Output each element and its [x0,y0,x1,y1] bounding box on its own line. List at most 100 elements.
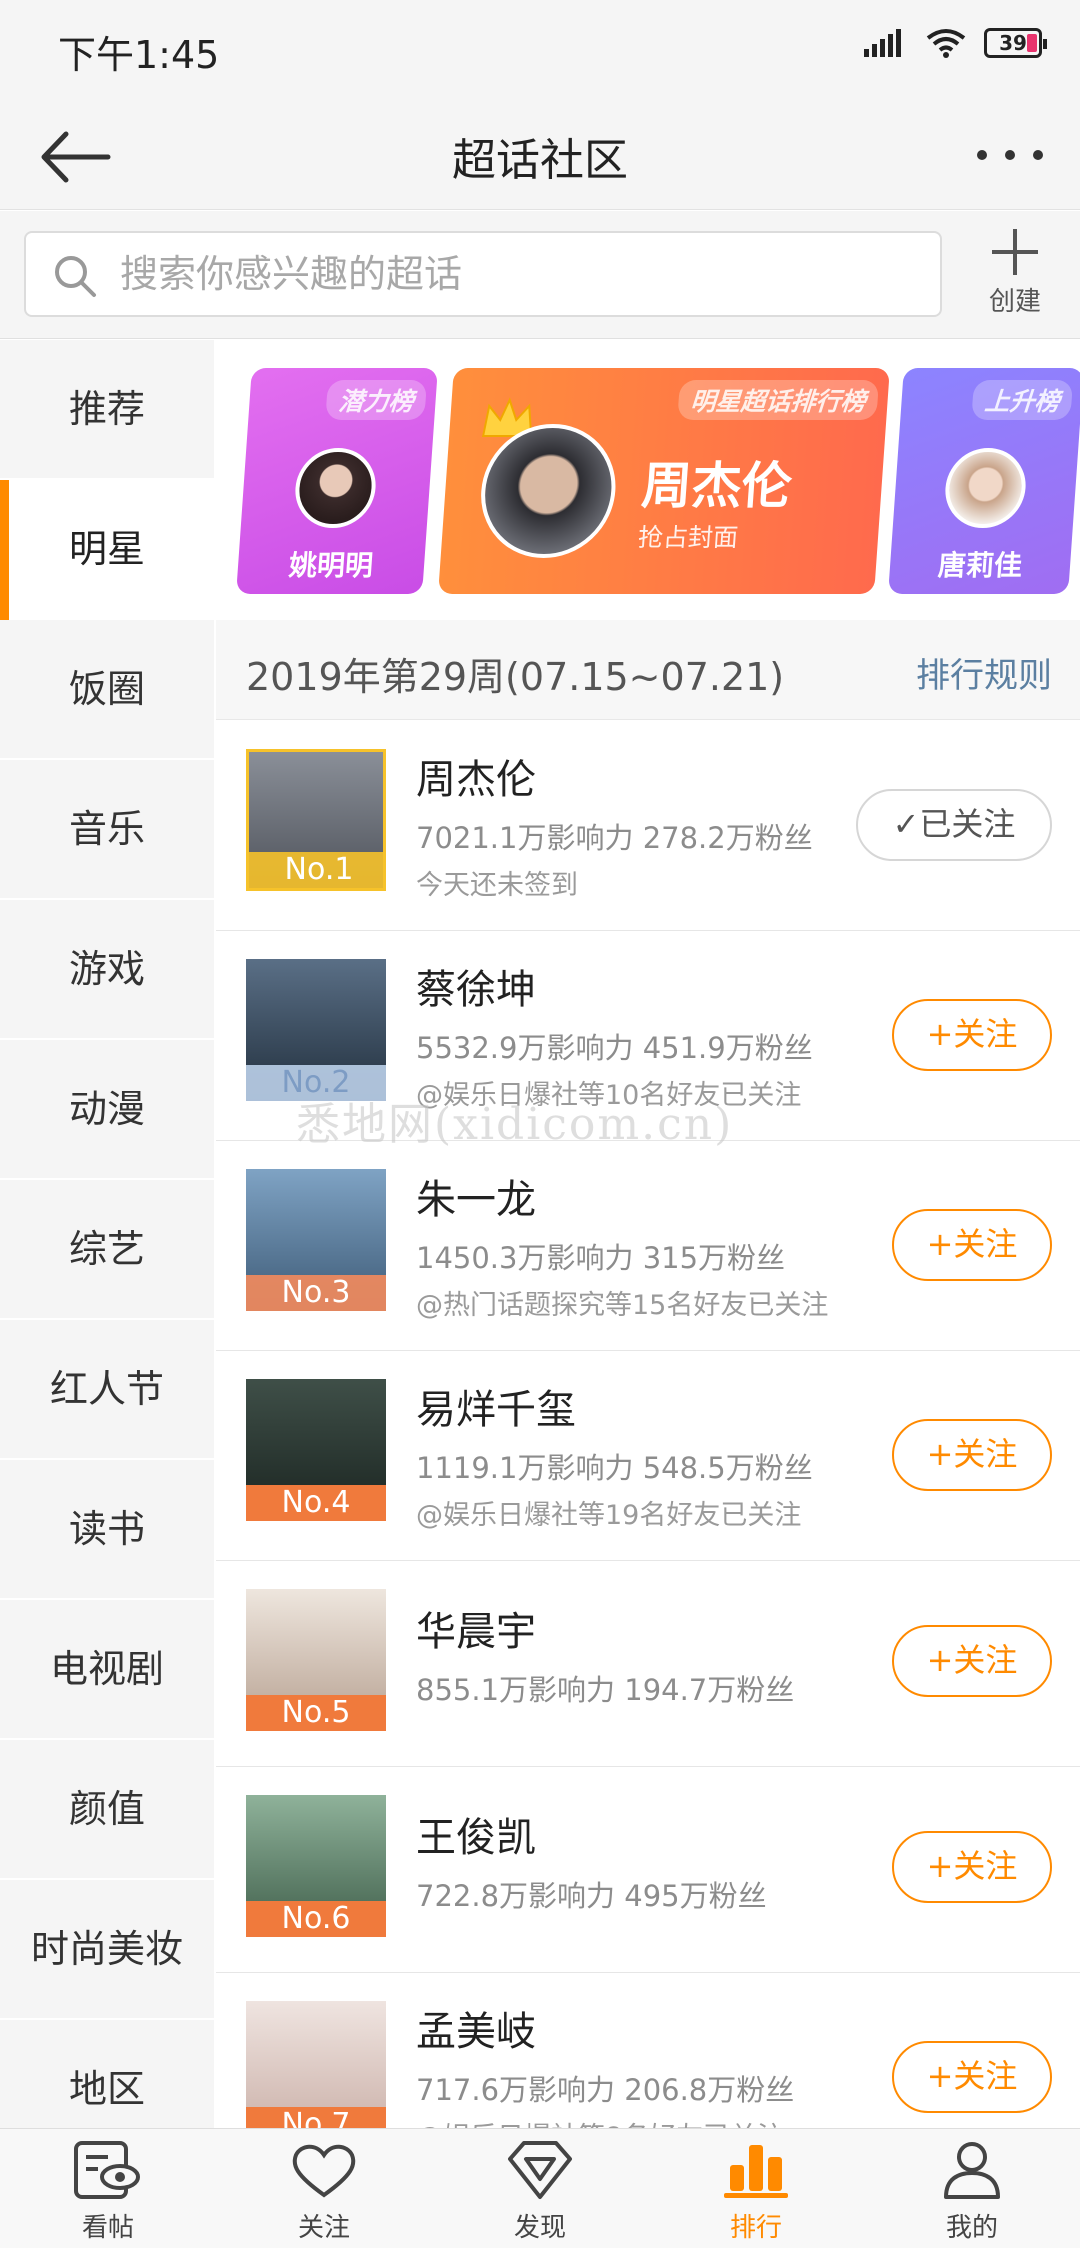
sidebar-item-games[interactable]: 游戏 [0,900,214,1040]
title-bar: 超话社区 [0,100,1080,210]
ranking-rules-link[interactable]: 排行规则 [916,648,1052,697]
sidebar-item-recommend[interactable]: 推荐 [0,340,214,480]
page-title: 超话社区 [452,135,628,186]
star-stats: 1119.1万影响力 548.5万粉丝 [416,1451,813,1485]
ranking-banner: 潜力榜 姚明明 明星超话排行榜 周杰伦 抢占封面 上升榜 唐莉佳 [236,368,1080,594]
star-avatar: No.1 [246,749,386,891]
sidebar-item-books[interactable]: 读书 [0,1460,214,1600]
followed-button[interactable]: ✓已关注 [856,789,1052,861]
tab-label: 排行 [729,2213,782,2243]
star-name: 孟美岐 [416,2009,536,2055]
sidebar-item-region[interactable]: 地区 [0,2020,214,2128]
potential-list-card[interactable]: 潜力榜 姚明明 [236,368,438,594]
plus-icon [992,229,1038,275]
tab-label: 看帖 [81,2213,134,2243]
sidebar-item-music[interactable]: 音乐 [0,760,214,900]
tab-me[interactable]: 我的 [864,2129,1080,2248]
sidebar-item-influencer[interactable]: 红人节 [0,1320,214,1460]
bottom-tab-bar: 看帖 关注 发现 排行 我的 [0,2128,1080,2248]
star-avatar: No.2 [246,959,386,1101]
ranking-row[interactable]: No.3 朱一龙 1450.3万影响力 315万粉丝 @热门话题探究等15名好友… [216,1141,1080,1351]
heart-icon [292,2144,356,2198]
week-label: 2019年第29周(07.15~07.21) [246,655,785,699]
bar-chart-icon [724,2145,788,2198]
star-avatar: No.3 [246,1169,386,1311]
app-screen: 下午1:45 39 超话社区 搜索你感兴趣的超话 创建 推荐 明星 饭圈 音乐 … [0,0,1080,2248]
star-stats: 5532.9万影响力 451.9万粉丝 [416,1031,813,1065]
card-tag: 上升榜 [971,380,1074,420]
follow-button[interactable]: +关注 [892,1831,1052,1903]
star-stats: 1450.3万影响力 315万粉丝 [416,1241,786,1275]
diamond-icon [508,2141,572,2199]
star-extra: 今天还未签到 [416,870,578,901]
ranking-row[interactable]: No.5 华晨宇 855.1万影响力 194.7万粉丝 +关注 [216,1561,1080,1767]
sidebar-item-looks[interactable]: 颜值 [0,1740,214,1880]
card-name: 唐莉佳 [936,549,1024,582]
search-input[interactable] [120,243,900,305]
star-name: 周杰伦 [416,757,536,803]
featured-subtitle: 抢占封面 [637,523,740,552]
star-name: 王俊凯 [416,1815,536,1861]
rank-badge: No.4 [246,1485,386,1521]
rank-badge: No.1 [249,852,383,888]
star-avatar: No.5 [246,1589,386,1731]
star-avatar: No.7 [246,2001,386,2128]
watermark: 悉地网(xidicom.cn) [296,1099,734,1150]
battery-icon: 39 [984,28,1047,58]
search-box[interactable] [24,231,942,317]
search-row: 创建 [0,211,1080,339]
tab-posts[interactable]: 看帖 [0,2129,216,2248]
avatar [942,448,1029,528]
battery-level: 39 [999,31,1027,55]
ranking-row[interactable]: No.1 周杰伦 7021.1万影响力 278.2万粉丝 今天还未签到 ✓已关注 [216,721,1080,931]
more-options-icon[interactable] [970,130,1050,180]
sidebar-item-stars[interactable]: 明星 [0,480,214,620]
rank-badge: No.7 [246,2107,386,2128]
star-name: 朱一龙 [416,1177,536,1223]
tab-label: 发现 [513,2213,566,2243]
star-name: 易烊千玺 [416,1387,576,1433]
main-content: 潜力榜 姚明明 明星超话排行榜 周杰伦 抢占封面 上升榜 唐莉佳 2019年第2… [216,340,1080,2128]
follow-button[interactable]: +关注 [892,1625,1052,1697]
sidebar-item-fandom[interactable]: 饭圈 [0,620,214,760]
rank-badge: No.5 [246,1695,386,1731]
star-chart-card[interactable]: 明星超话排行榜 周杰伦 抢占封面 [438,368,890,594]
sidebar-item-variety[interactable]: 综艺 [0,1180,214,1320]
follow-button[interactable]: +关注 [892,1419,1052,1491]
sidebar-item-fashion[interactable]: 时尚美妆 [0,1880,214,2020]
status-bar: 下午1:45 39 [0,0,1080,100]
week-header: 2019年第29周(07.15~07.21) 排行规则 [216,620,1080,720]
status-time: 下午1:45 [58,33,220,77]
star-name: 蔡徐坤 [416,967,536,1013]
star-stats: 722.8万影响力 495万粉丝 [416,1879,767,1913]
tab-label: 关注 [297,2213,350,2243]
follow-button[interactable]: +关注 [892,999,1052,1071]
star-stats: 7021.1万影响力 278.2万粉丝 [416,821,813,855]
card-name: 姚明明 [287,549,375,582]
follow-button[interactable]: +关注 [892,2041,1052,2113]
status-icons: 39 [864,28,1047,58]
ranking-row[interactable]: No.4 易烊千玺 1119.1万影响力 548.5万粉丝 @娱乐日爆社等19名… [216,1351,1080,1561]
rising-list-card[interactable]: 上升榜 唐莉佳 [888,368,1080,594]
ranking-row[interactable]: No.7 孟美岐 717.6万影响力 206.8万粉丝 @娱乐日爆社等8名好友已… [216,1973,1080,2128]
avatar [292,448,379,528]
sidebar-item-tv[interactable]: 电视剧 [0,1600,214,1740]
follow-button[interactable]: +关注 [892,1209,1052,1281]
tab-discover[interactable]: 发现 [432,2129,648,2248]
star-avatar: No.4 [246,1379,386,1521]
tab-label: 我的 [945,2213,998,2243]
tab-ranking[interactable]: 排行 [648,2129,864,2248]
tab-follow[interactable]: 关注 [216,2129,432,2248]
star-extra: @热门话题探究等15名好友已关注 [416,1290,829,1321]
category-sidebar: 推荐 明星 饭圈 音乐 游戏 动漫 综艺 红人节 读书 电视剧 颜值 时尚美妆 … [0,340,214,2128]
ranking-list: No.1 周杰伦 7021.1万影响力 278.2万粉丝 今天还未签到 ✓已关注… [216,721,1080,2128]
create-label: 创建 [988,287,1041,317]
create-button[interactable]: 创建 [980,225,1050,325]
card-tag: 明星超话排行榜 [677,380,880,420]
sidebar-item-anime[interactable]: 动漫 [0,1040,214,1180]
star-avatar: No.6 [246,1795,386,1937]
post-eye-icon [74,2141,140,2199]
avatar [476,424,620,558]
rank-badge: No.6 [246,1901,386,1937]
ranking-row[interactable]: No.6 王俊凯 722.8万影响力 495万粉丝 +关注 [216,1767,1080,1973]
